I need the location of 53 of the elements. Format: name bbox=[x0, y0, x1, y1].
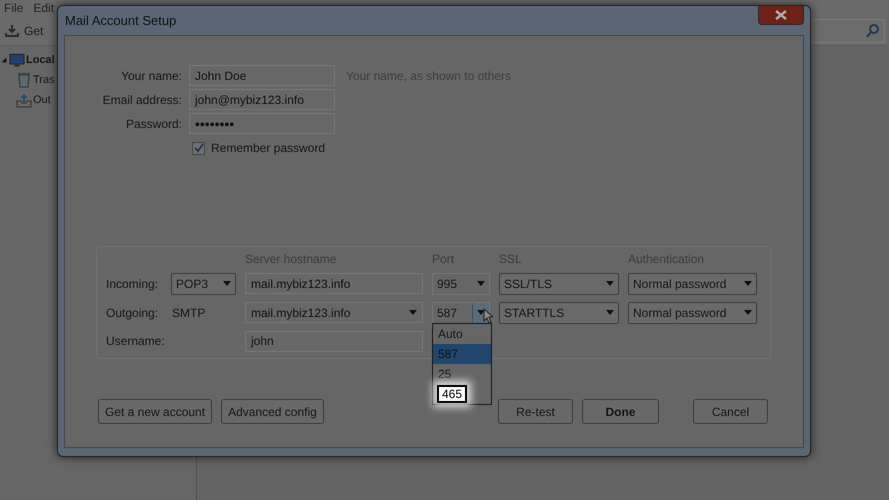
checkbox[interactable] bbox=[192, 142, 205, 154]
dialog-button[interactable]: Get a new account bbox=[98, 399, 212, 424]
password-field[interactable]: •••••••• bbox=[189, 113, 335, 134]
field-label: Your name: bbox=[120, 68, 182, 82]
field-label: Password: bbox=[124, 116, 182, 130]
caret-icon bbox=[477, 281, 485, 286]
close-icon bbox=[774, 10, 788, 20]
caret-icon bbox=[606, 310, 614, 315]
dialog-button[interactable]: Done bbox=[582, 399, 659, 424]
caret-icon bbox=[606, 281, 614, 286]
caret-icon bbox=[223, 281, 231, 286]
dropdown-option[interactable]: 587 bbox=[433, 344, 491, 364]
dropdown[interactable]: Normal password bbox=[628, 302, 757, 324]
dropdown-option[interactable]: Auto bbox=[433, 324, 491, 344]
row-label: Username: bbox=[106, 334, 166, 348]
caret-icon bbox=[744, 281, 752, 286]
row-label: Outgoing: bbox=[106, 306, 160, 320]
folder-item[interactable]: Local bbox=[0, 50, 55, 70]
caret-icon bbox=[744, 310, 752, 315]
dropdown[interactable]: STARTTLS bbox=[499, 302, 619, 324]
dropdown[interactable]: Normal password bbox=[628, 272, 757, 294]
dialog-button[interactable]: Cancel bbox=[693, 399, 768, 424]
dialog-button[interactable]: Advanced config bbox=[221, 399, 324, 424]
outbox-icon bbox=[16, 92, 32, 108]
dropdown[interactable]: POP3 bbox=[171, 272, 236, 294]
dialog-button[interactable]: Re-test bbox=[498, 399, 573, 424]
input-field[interactable]: john bbox=[245, 330, 423, 352]
expander-icon[interactable] bbox=[0, 56, 8, 64]
dropdown-option[interactable]: 465 bbox=[433, 384, 491, 404]
field-label: Email address: bbox=[102, 92, 182, 106]
trash-icon bbox=[16, 72, 32, 88]
input-field[interactable]: mail.mybiz123.info bbox=[245, 273, 423, 294]
menu-item[interactable]: Edit bbox=[33, 1, 54, 15]
close-button[interactable] bbox=[758, 6, 804, 25]
folder-item[interactable]: Tras bbox=[0, 70, 55, 90]
caret-icon bbox=[409, 310, 417, 315]
menu-item[interactable]: File bbox=[4, 1, 24, 15]
protocol-text: SMTP bbox=[171, 306, 206, 320]
folder-item[interactable]: Out bbox=[0, 90, 51, 110]
dialog-title: Mail Account Setup bbox=[65, 13, 176, 28]
combo-box[interactable]: mail.mybiz123.info bbox=[245, 302, 423, 323]
row-label: Incoming: bbox=[106, 276, 160, 290]
download-icon bbox=[4, 24, 20, 38]
checkbox-label: Remember password bbox=[211, 141, 326, 155]
computer-icon bbox=[9, 52, 25, 68]
input-field[interactable]: john@mybiz123.info bbox=[189, 89, 335, 110]
dropdown[interactable]: 995 bbox=[432, 272, 490, 294]
get-mail-button[interactable]: Get bbox=[0, 24, 48, 38]
dropdown-option[interactable]: 25 bbox=[433, 364, 491, 384]
search-icon bbox=[866, 22, 880, 38]
input-field[interactable]: John Doe bbox=[189, 65, 335, 86]
caret-icon bbox=[477, 310, 485, 315]
dropdown[interactable]: SSL/TLS bbox=[499, 272, 619, 294]
